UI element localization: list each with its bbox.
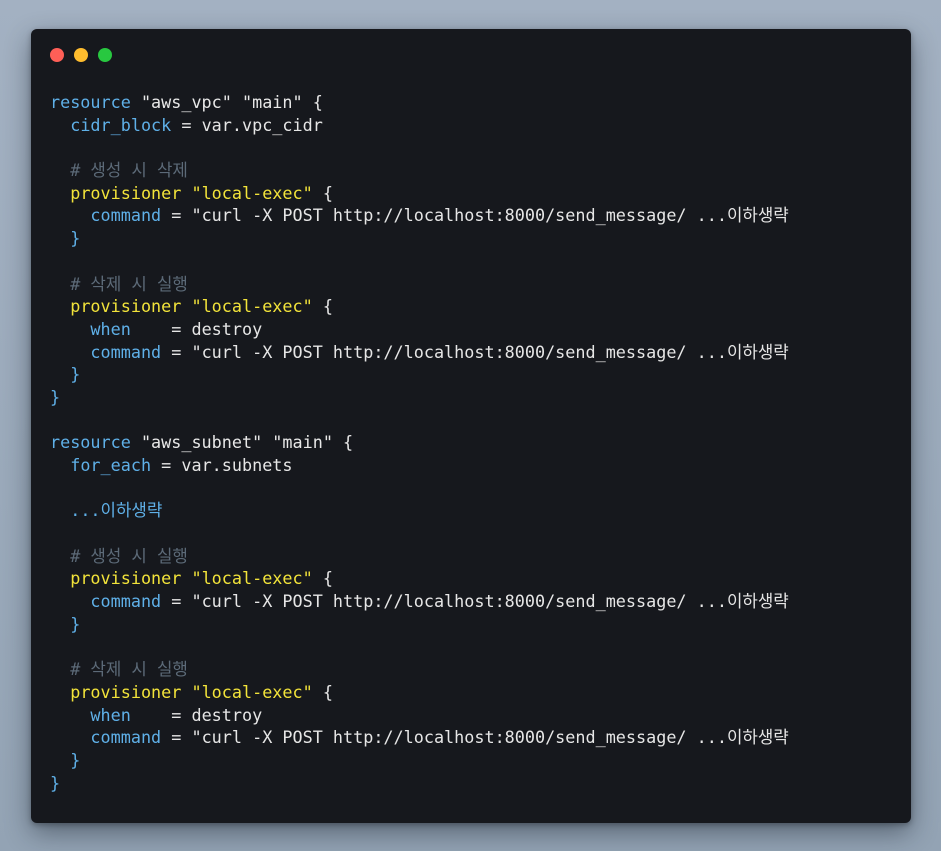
code-line: when = destroy — [50, 704, 789, 727]
open-brace: { — [322, 681, 333, 702]
code-line: provisioner "local-exec" { — [50, 567, 789, 590]
close-brace: } — [50, 772, 61, 793]
attribute-key: command — [90, 341, 162, 362]
provisioner-keyword: provisioner — [70, 182, 182, 203]
close-brace: } — [70, 364, 81, 385]
code-line: # 삭제 시 실행 — [50, 658, 789, 681]
close-brace: } — [50, 386, 61, 407]
code-line: provisioner "local-exec" { — [50, 182, 789, 205]
attribute-key: when — [90, 318, 131, 339]
code-line: command = "curl -X POST http://localhost… — [50, 590, 789, 613]
close-brace: } — [70, 749, 81, 770]
code-line: } — [50, 386, 789, 409]
attribute-value: = var.subnets — [161, 455, 293, 475]
attribute-key: when — [90, 704, 131, 725]
code-window: resource "aws_vpc" "main" { cidr_block =… — [31, 29, 911, 823]
code-line: cidr_block = var.vpc_cidr — [50, 114, 789, 137]
code-comment: # 생성 시 삭제 — [70, 160, 188, 181]
provisioner-type: "local-exec" — [191, 568, 313, 589]
attribute-value: = "curl -X POST http://localhost:8000/se… — [171, 205, 789, 226]
code-line: for_each = var.subnets — [50, 454, 789, 477]
code-comment: # 삭제 시 실행 — [70, 659, 188, 680]
code-line: } — [50, 772, 789, 795]
attribute-value: = destroy — [130, 318, 263, 339]
code-line: # 생성 시 삭제 — [50, 159, 789, 182]
code-line: } — [50, 613, 789, 636]
attribute-value: = destroy — [130, 704, 263, 725]
resource-keyword: resource — [50, 432, 131, 453]
open-brace: { — [322, 296, 333, 317]
attribute-key: command — [90, 205, 162, 226]
resource-type: "aws_vpc" — [140, 92, 232, 112]
close-window-button[interactable] — [50, 48, 64, 62]
open-brace: { — [322, 568, 333, 589]
minimize-window-button[interactable] — [74, 48, 88, 62]
attribute-key: cidr_block — [70, 114, 172, 135]
code-line: when = destroy — [50, 318, 789, 341]
attribute-value: = "curl -X POST http://localhost:8000/se… — [171, 727, 789, 748]
code-line: } — [50, 227, 789, 250]
open-brace: { — [322, 182, 333, 203]
code-line: # 생성 시 실행 — [50, 545, 789, 568]
attribute-value: = "curl -X POST http://localhost:8000/se… — [171, 341, 789, 362]
code-line: provisioner "local-exec" { — [50, 295, 789, 318]
provisioner-type: "local-exec" — [191, 681, 313, 702]
code-line: resource "aws_subnet" "main" { — [50, 431, 789, 454]
attribute-key: for_each — [70, 455, 152, 475]
attribute-value: = "curl -X POST http://localhost:8000/se… — [171, 591, 789, 612]
close-brace: } — [70, 228, 81, 249]
resource-keyword: resource — [50, 92, 131, 112]
code-line: command = "curl -X POST http://localhost… — [50, 204, 789, 227]
resource-name: "main" — [241, 92, 303, 112]
omitted-code-ellipsis: ...이하생략 — [70, 500, 163, 521]
open-brace: { — [343, 432, 354, 453]
provisioner-keyword: provisioner — [70, 681, 182, 702]
code-line: command = "curl -X POST http://localhost… — [50, 726, 789, 749]
code-line: } — [50, 749, 789, 772]
code-line: resource "aws_vpc" "main" { — [50, 91, 789, 114]
code-line: ...이하생략 — [50, 499, 789, 522]
resource-type: "aws_subnet" — [140, 432, 263, 453]
code-line: # 삭제 시 실행 — [50, 273, 789, 296]
close-brace: } — [70, 613, 81, 634]
attribute-key: command — [90, 727, 162, 748]
provisioner-keyword: provisioner — [70, 568, 182, 589]
code-comment: # 생성 시 실행 — [70, 545, 188, 566]
open-brace: { — [312, 92, 323, 112]
provisioner-keyword: provisioner — [70, 296, 182, 317]
attribute-value: = var.vpc_cidr — [181, 114, 323, 135]
code-comment: # 삭제 시 실행 — [70, 273, 188, 294]
code-block: resource "aws_vpc" "main" { cidr_block =… — [50, 91, 789, 794]
code-line: provisioner "local-exec" { — [50, 681, 789, 704]
provisioner-type: "local-exec" — [191, 296, 313, 317]
code-line: command = "curl -X POST http://localhost… — [50, 341, 789, 364]
resource-name: "main" — [272, 432, 333, 453]
provisioner-type: "local-exec" — [191, 182, 313, 203]
attribute-key: command — [90, 591, 162, 612]
zoom-window-button[interactable] — [98, 48, 112, 62]
window-titlebar — [31, 29, 911, 81]
code-line: } — [50, 363, 789, 386]
